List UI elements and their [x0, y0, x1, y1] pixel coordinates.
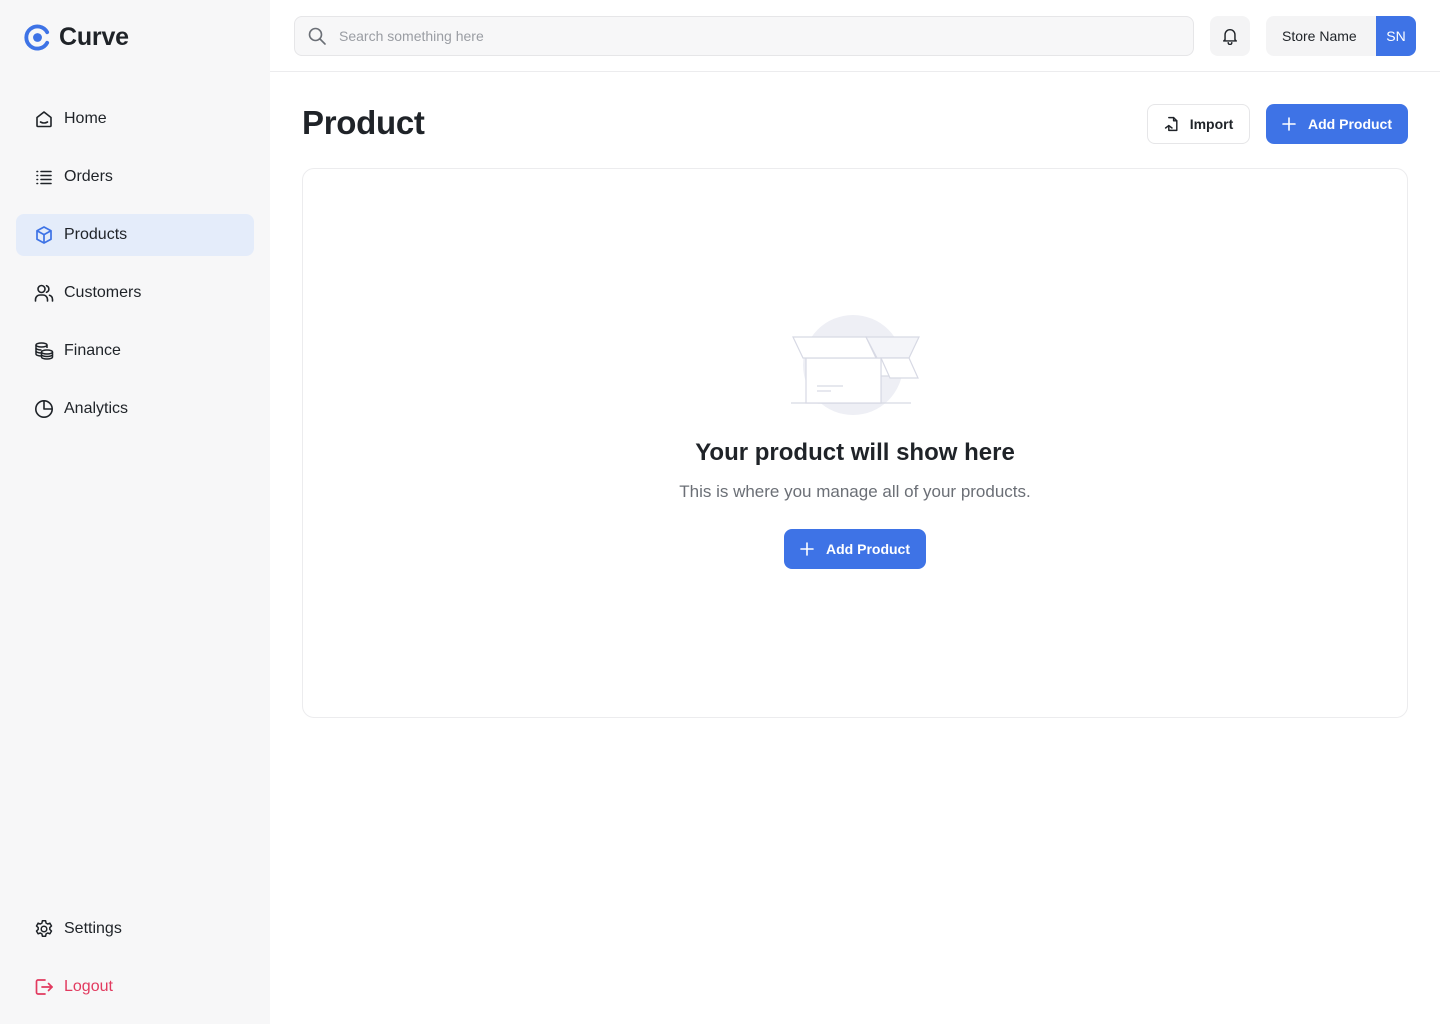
box-icon	[34, 225, 54, 245]
sidebar-item-products[interactable]: Products	[16, 214, 254, 256]
sidebar-item-analytics[interactable]: Analytics	[16, 388, 254, 430]
import-file-icon	[1164, 116, 1178, 132]
sidebar-item-label: Products	[64, 226, 128, 243]
empty-state-subtitle: This is where you manage all of your pro…	[679, 482, 1031, 501]
gear-icon	[34, 919, 54, 939]
app-name: Curve	[59, 22, 129, 51]
sidebar-item-label: Logout	[64, 978, 113, 995]
plus-icon	[800, 542, 814, 556]
logout-icon	[34, 977, 54, 997]
empty-state-title: Your product will show here	[695, 439, 1015, 466]
top-bar: Store Name SN	[270, 0, 1440, 72]
sidebar-item-label: Analytics	[64, 400, 129, 417]
import-button[interactable]: Import	[1147, 104, 1250, 144]
add-product-button-label: Add Product	[1308, 116, 1392, 132]
empty-box-illustration	[791, 315, 920, 415]
notifications-button[interactable]	[1210, 16, 1250, 56]
sidebar-item-label: Orders	[64, 168, 113, 185]
sidebar-item-label: Customers	[64, 284, 142, 301]
store-switcher[interactable]: Store Name SN	[1266, 16, 1416, 56]
avatar: SN	[1376, 16, 1416, 56]
bell-icon	[1222, 29, 1238, 45]
sidebar-item-label: Home	[64, 110, 107, 127]
empty-state-card: Your product will show here This is wher…	[302, 168, 1408, 718]
app-logo[interactable]: Curve	[24, 22, 129, 52]
search-input[interactable]	[339, 28, 1159, 44]
sidebar-item-orders[interactable]: Orders	[16, 156, 254, 198]
sidebar-item-finance[interactable]: Finance	[16, 330, 254, 372]
search-box[interactable]	[294, 16, 1194, 56]
search-icon	[307, 26, 327, 46]
empty-state-button-label: Add Product	[826, 541, 910, 557]
sidebar-item-logout[interactable]: Logout	[16, 966, 254, 1008]
sidebar-item-label: Finance	[64, 342, 121, 359]
sidebar-item-settings[interactable]: Settings	[16, 908, 254, 950]
page-title: Product	[302, 104, 425, 141]
sidebar-item-customers[interactable]: Customers	[16, 272, 254, 314]
store-name: Store Name	[1282, 28, 1357, 44]
add-product-button[interactable]: Add Product	[1266, 104, 1408, 144]
import-button-label: Import	[1189, 116, 1234, 132]
home-icon	[34, 109, 54, 129]
list-icon	[34, 167, 54, 187]
sidebar: Curve Home Orders Products Customers Fin…	[0, 0, 270, 1024]
sidebar-nav: Home Orders Products Customers Finance A…	[16, 98, 254, 446]
curve-logo-icon	[24, 24, 50, 50]
coins-icon	[34, 341, 54, 361]
sidebar-item-home[interactable]: Home	[16, 98, 254, 140]
pie-chart-icon	[34, 399, 54, 419]
users-icon	[34, 283, 54, 303]
sidebar-bottom: Settings Logout	[16, 908, 254, 1024]
empty-state-add-product-button[interactable]: Add Product	[784, 529, 926, 569]
plus-icon	[1282, 117, 1296, 131]
sidebar-item-label: Settings	[64, 920, 122, 937]
